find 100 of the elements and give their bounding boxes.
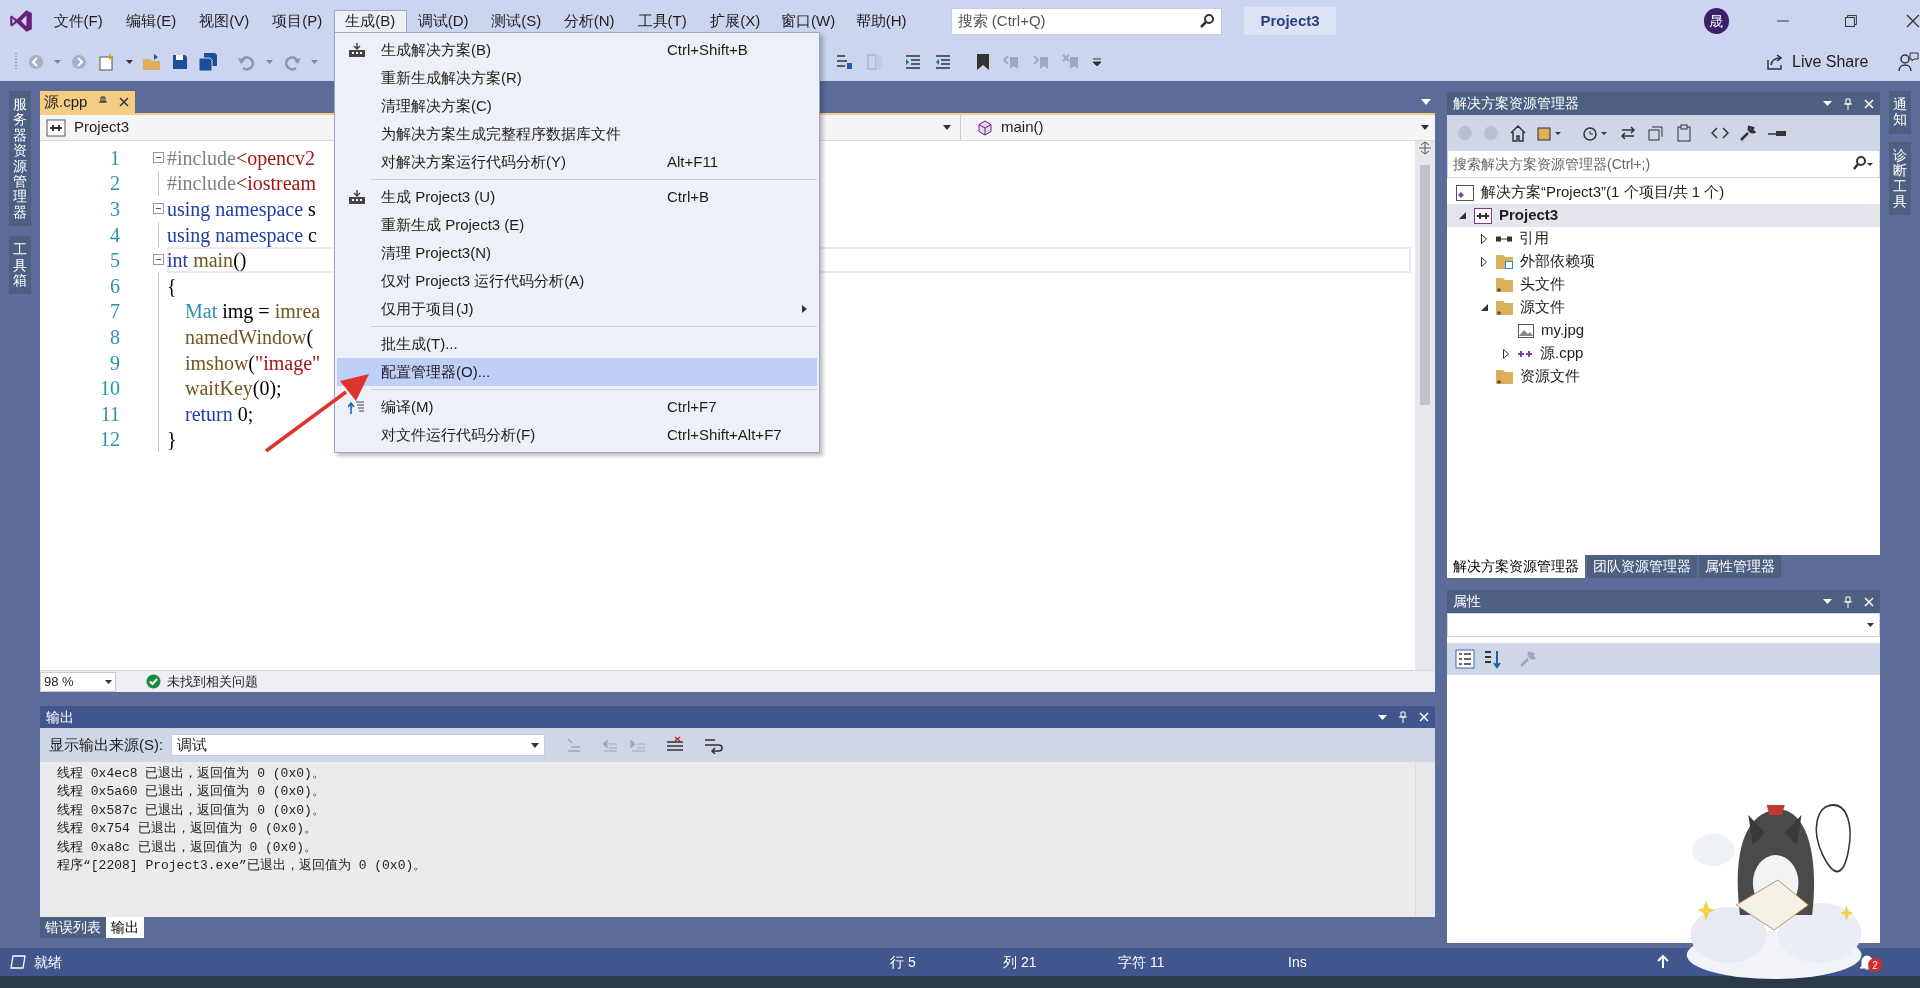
dropdown-caret-icon[interactable] (943, 125, 951, 130)
wrench-icon[interactable] (1739, 123, 1757, 142)
menu-item[interactable]: 生成解决方案(B) Ctrl+Shift+B (337, 36, 817, 64)
clear-all-icon[interactable] (665, 736, 685, 754)
menu-item[interactable]: 仅用于项目(J) (337, 295, 817, 323)
tree-item[interactable]: 源文件 (1447, 296, 1880, 319)
indent-icon[interactable] (904, 52, 922, 71)
tree-item[interactable]: my.jpg (1447, 319, 1880, 342)
collapsed-icon[interactable] (1481, 233, 1487, 244)
tree-item[interactable]: 外部依赖项 (1447, 250, 1880, 273)
tree-item[interactable]: Project3 (1447, 204, 1880, 227)
tree-item[interactable]: 源.cpp (1447, 342, 1880, 365)
save-icon[interactable] (171, 52, 189, 71)
menu-item[interactable]: 生成 Project3 (U) Ctrl+B (337, 183, 817, 211)
expanded-icon[interactable] (1458, 212, 1466, 219)
close-icon[interactable] (1906, 14, 1920, 28)
collapse-icon[interactable] (153, 203, 164, 215)
tree-item[interactable]: 头文件 (1447, 273, 1880, 296)
overflow-icon[interactable] (1092, 56, 1102, 67)
live-share-button[interactable]: Live Share (1762, 47, 1873, 76)
dropdown-caret-icon[interactable] (1823, 599, 1832, 604)
pin-icon[interactable] (1842, 595, 1854, 608)
tab-list-dropdown-icon[interactable] (1421, 99, 1431, 105)
panel-tab[interactable]: 属性管理器 (1699, 555, 1781, 578)
collapse-all-icon[interactable] (1647, 123, 1665, 142)
tree-item[interactable]: 资源文件 (1447, 365, 1880, 388)
output-line: 程序“[2208] Project3.exe”已退出，返回值为 0 (0x0)。 (57, 857, 428, 876)
menu-item[interactable]: 帮助(H) (844, 9, 918, 33)
panel-tab[interactable]: 解决方案资源管理器 (1447, 555, 1585, 578)
line-number: 7 (109, 299, 120, 325)
feedback-icon[interactable] (1896, 50, 1919, 73)
menu-item[interactable]: 扩展(X) (698, 9, 772, 33)
close-icon[interactable] (119, 97, 130, 107)
side-tab[interactable]: 通知 (1889, 91, 1911, 134)
avatar[interactable]: 晟 (1703, 8, 1730, 34)
sync-icon[interactable] (1619, 123, 1637, 142)
menu-item[interactable]: 窗口(W) (771, 9, 845, 33)
menu-item[interactable]: 批生成(T)... (337, 330, 817, 358)
panel-tab[interactable]: 错误列表 (40, 917, 106, 938)
collapse-icon[interactable] (153, 254, 164, 266)
menu-item[interactable]: 编译(M) Ctrl+F7 (337, 393, 817, 421)
home-icon[interactable] (1509, 123, 1527, 142)
references-icon (1496, 235, 1512, 242)
side-tab[interactable]: 服务器资源管理器 (9, 91, 31, 227)
collapsed-icon[interactable] (1503, 348, 1509, 359)
alphabetical-icon[interactable] (1483, 649, 1503, 669)
notification-bell[interactable]: 2 (1859, 952, 1881, 972)
dropdown-caret-icon (1421, 125, 1429, 130)
expanded-icon[interactable] (1480, 304, 1488, 311)
word-wrap-icon[interactable] (703, 736, 723, 754)
menu-item[interactable]: 分析(N) (552, 9, 626, 33)
vertical-scrollbar[interactable] (1415, 141, 1435, 670)
save-all-icon[interactable] (198, 51, 218, 72)
panel-tab[interactable]: 输出 (106, 917, 144, 938)
zoom-dropdown[interactable]: 98 % (40, 671, 116, 692)
split-icon[interactable] (1418, 141, 1432, 155)
code-line: return 0; (184, 401, 254, 427)
menu-item[interactable]: 视图(V) (187, 9, 261, 33)
menu-item[interactable]: 文件(F) (41, 9, 115, 33)
tree-item[interactable]: 解决方案“Project3”(1 个项目/共 1 个) (1447, 181, 1880, 204)
output-source-dropdown[interactable]: 调试 (171, 734, 545, 756)
panel-tab[interactable]: 团队资源管理器 (1587, 555, 1697, 578)
bookmark-icon[interactable] (976, 52, 990, 71)
search-field[interactable]: 搜索 (Ctrl+Q) (950, 7, 1223, 35)
issues-status[interactable]: 未找到相关问题 (167, 671, 258, 692)
pin-icon[interactable] (1842, 97, 1854, 110)
open-folder-icon[interactable] (142, 51, 162, 72)
menu-item[interactable]: 对文件运行代码分析(F) Ctrl+Shift+Alt+F7 (337, 421, 817, 449)
member-dropdown[interactable]: main() (969, 115, 1435, 140)
menu-item[interactable]: 配置管理器(O)... (337, 358, 817, 386)
menu-item[interactable]: 仅对 Project3 运行代码分析(A) (337, 267, 817, 295)
tree-item[interactable]: 引用 (1447, 227, 1880, 250)
menu-item[interactable]: 对解决方案运行代码分析(Y) Alt+F11 (337, 148, 817, 176)
side-tab[interactable]: 诊断工具 (1889, 141, 1911, 216)
categorized-icon[interactable] (1455, 649, 1475, 669)
menu-item[interactable]: 调试(D) (406, 9, 480, 33)
side-tab[interactable]: 工具箱 (9, 236, 31, 295)
scrollbar-thumb[interactable] (1420, 165, 1430, 405)
menu-item[interactable]: 清理解决方案(C) (337, 92, 817, 120)
dropdown-caret-icon[interactable] (1378, 714, 1387, 720)
collapse-icon[interactable] (153, 152, 164, 163)
solution-search-field[interactable]: 搜索解决方案资源管理器(Ctrl+;) (1447, 150, 1880, 178)
menu-item[interactable]: 重新生成 Project3 (E) (337, 211, 817, 239)
menu-item[interactable]: 为解决方案生成完整程序数据库文件 (337, 120, 817, 148)
restore-icon[interactable] (1844, 14, 1859, 28)
menu-item[interactable]: 清理 Project3(N) (337, 239, 817, 267)
menu-item[interactable]: 测试(S) (479, 9, 553, 33)
menu-item[interactable]: 编辑(E) (114, 9, 188, 33)
upload-arrow-icon[interactable] (1657, 955, 1669, 969)
outdent-icon[interactable] (934, 52, 952, 71)
menu-item[interactable]: 项目(P) (260, 9, 334, 33)
pin-icon[interactable] (1397, 711, 1409, 723)
menu-item[interactable]: 生成(B) (333, 9, 407, 33)
caret-icon[interactable] (126, 59, 133, 64)
collapsed-icon[interactable] (1481, 256, 1487, 267)
menu-item[interactable]: 工具(T) (625, 9, 699, 33)
document-tab[interactable]: 源.cpp (40, 91, 136, 113)
show-all-files-icon[interactable] (1675, 123, 1693, 142)
menu-item[interactable]: 重新生成解决方案(R) (337, 64, 817, 92)
dropdown-caret-icon[interactable] (1823, 101, 1832, 106)
